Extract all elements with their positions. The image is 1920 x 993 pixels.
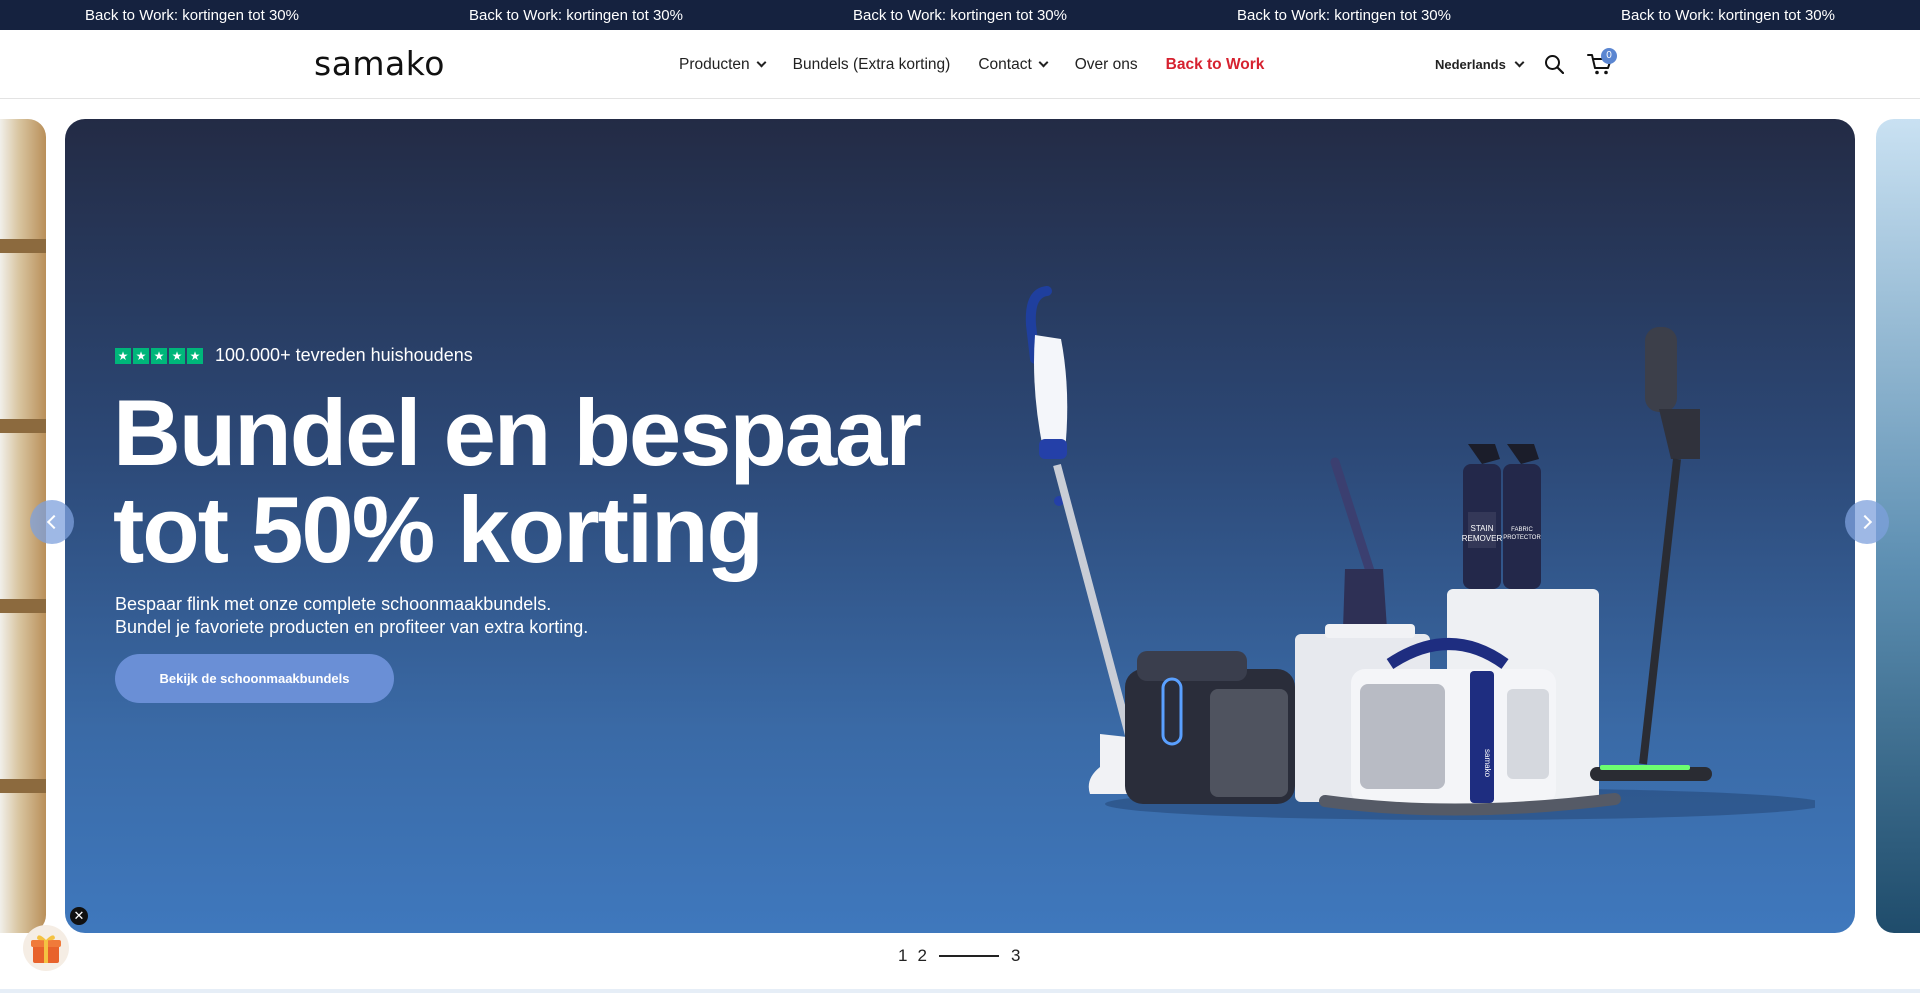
headline-line: Bundel en bespaar xyxy=(113,380,922,485)
nav-item-label: Over ons xyxy=(1074,55,1138,73)
spray-bottles: STAIN REMOVER FABRIC PROTECTOR xyxy=(1462,444,1541,589)
product-label: PROTECTOR xyxy=(1503,535,1541,541)
hero-slide: ★ ★ ★ ★ ★ 100.000+ tevreden huishoudens … xyxy=(65,119,1855,933)
active-page-indicator xyxy=(938,955,999,957)
nav-item-label: Contact xyxy=(978,55,1032,73)
hero-subtext: Bespaar flink met onze complete schoonma… xyxy=(115,593,815,639)
hero-carousel: ★ ★ ★ ★ ★ 100.000+ tevreden huishoudens … xyxy=(0,119,1920,933)
chevron-right-icon xyxy=(1857,514,1873,530)
star-icon: ★ xyxy=(169,347,185,364)
star-icon: ★ xyxy=(133,347,149,364)
stick-vacuum-right xyxy=(1590,327,1712,781)
rating-text: 100.000+ tevreden huishoudens xyxy=(215,345,473,365)
subtext-line: Bespaar flink met onze complete schoonma… xyxy=(115,594,552,614)
gift-icon xyxy=(31,935,61,963)
announcement-text[interactable]: Back to Work: kortingen tot 30% xyxy=(1561,7,1895,24)
hero-headline: Bundel en bespaar tot 50% korting xyxy=(113,384,1013,578)
nav-item-label: Producten xyxy=(679,55,750,73)
shelf-decoration xyxy=(0,239,46,253)
nav-item-label: Back to Work xyxy=(1165,55,1265,73)
announcement-bar: Back to Work: kortingen tot 30% Back to … xyxy=(0,0,1920,30)
logo[interactable]: samako xyxy=(314,44,445,83)
rating-row: ★ ★ ★ ★ ★ 100.000+ tevreden huishoudens xyxy=(115,345,473,366)
close-icon[interactable]: ✕ xyxy=(70,907,88,925)
spot-cleaner xyxy=(1325,457,1415,638)
shelf-decoration xyxy=(0,419,46,433)
view-bundles-button[interactable]: Bekijk de schoonmaakbundels xyxy=(115,654,394,703)
product-label: STAIN xyxy=(1471,524,1494,533)
nav-item-over-ons[interactable]: Over ons xyxy=(1075,56,1138,74)
star-icon: ★ xyxy=(151,347,167,364)
chevron-down-icon xyxy=(1514,57,1525,68)
wet-dry-vacuum xyxy=(1125,651,1295,804)
product-bundle-image: STAIN REMOVER FABRIC PROTECTOR samako xyxy=(1025,286,1815,820)
page-dot-1[interactable]: 1 xyxy=(898,946,907,966)
main-nav: Producten Bundels (Extra korting) Contac… xyxy=(679,30,1264,99)
nav-item-bundels[interactable]: Bundels (Extra korting) xyxy=(793,56,951,74)
announcement-text[interactable]: Back to Work: kortingen tot 30% xyxy=(25,7,359,24)
shelf-decoration xyxy=(0,599,46,613)
language-selector[interactable]: Nederlands xyxy=(1435,30,1525,99)
product-label: REMOVER xyxy=(1462,534,1503,543)
nav-item-contact[interactable]: Contact xyxy=(978,55,1049,74)
gift-widget-button[interactable] xyxy=(23,925,69,971)
nav-item-producten[interactable]: Producten xyxy=(679,55,767,74)
headline-line: tot 50% korting xyxy=(113,477,764,582)
page-dot-2[interactable]: 2 xyxy=(917,946,926,966)
chevron-down-icon xyxy=(1038,57,1049,68)
product-label: FABRIC xyxy=(1511,527,1533,533)
star-icon: ★ xyxy=(115,347,131,364)
search-icon[interactable] xyxy=(1544,54,1564,74)
bottom-divider xyxy=(0,989,1920,993)
trustpilot-stars: ★ ★ ★ ★ ★ xyxy=(115,347,203,364)
carousel-prev-button[interactable] xyxy=(30,500,74,544)
chevron-left-icon xyxy=(46,514,62,530)
nav-item-back-to-work[interactable]: Back to Work xyxy=(1166,56,1265,74)
chevron-down-icon xyxy=(756,57,767,68)
announcement-text[interactable]: Back to Work: kortingen tot 30% xyxy=(1177,7,1511,24)
language-label: Nederlands xyxy=(1435,57,1506,72)
site-header: samako Producten Bundels (Extra korting)… xyxy=(0,30,1920,99)
brand-mark: samako xyxy=(1483,749,1492,778)
carousel-pagination: 1 2 3 xyxy=(898,946,1020,966)
announcement-text[interactable]: Back to Work: kortingen tot 30% xyxy=(793,7,1127,24)
page-dot-3[interactable]: 3 xyxy=(1011,946,1020,966)
shelf-decoration xyxy=(0,779,46,793)
subtext-line: Bundel je favoriete producten en profite… xyxy=(115,617,589,637)
star-icon: ★ xyxy=(187,347,203,364)
nav-item-label: Bundels (Extra korting) xyxy=(792,55,951,73)
carousel-next-button[interactable] xyxy=(1845,500,1889,544)
announcement-text[interactable]: Back to Work: kortingen tot 30% xyxy=(409,7,743,24)
cart-count-badge: 0 xyxy=(1601,48,1617,64)
